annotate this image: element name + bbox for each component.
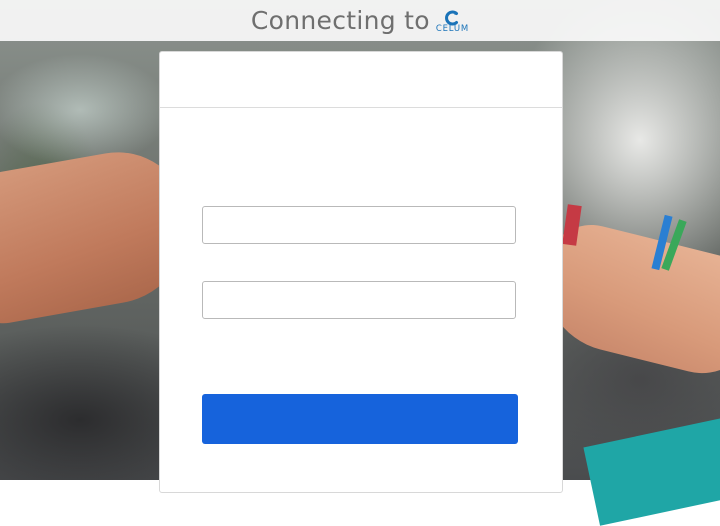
card-header <box>160 52 562 108</box>
password-input[interactable] <box>203 282 515 318</box>
page-title: Connecting to <box>250 6 430 35</box>
username-field[interactable] <box>202 206 516 244</box>
logo-text: CELUM <box>435 23 470 34</box>
username-input[interactable] <box>203 207 515 243</box>
login-card <box>159 51 563 493</box>
brand-logo: CELUM <box>436 10 469 34</box>
password-field[interactable] <box>202 281 516 319</box>
teal-paper <box>583 414 720 526</box>
top-bar: Connecting to CELUM <box>0 0 720 41</box>
pens <box>650 214 690 275</box>
login-button[interactable] <box>202 394 518 444</box>
